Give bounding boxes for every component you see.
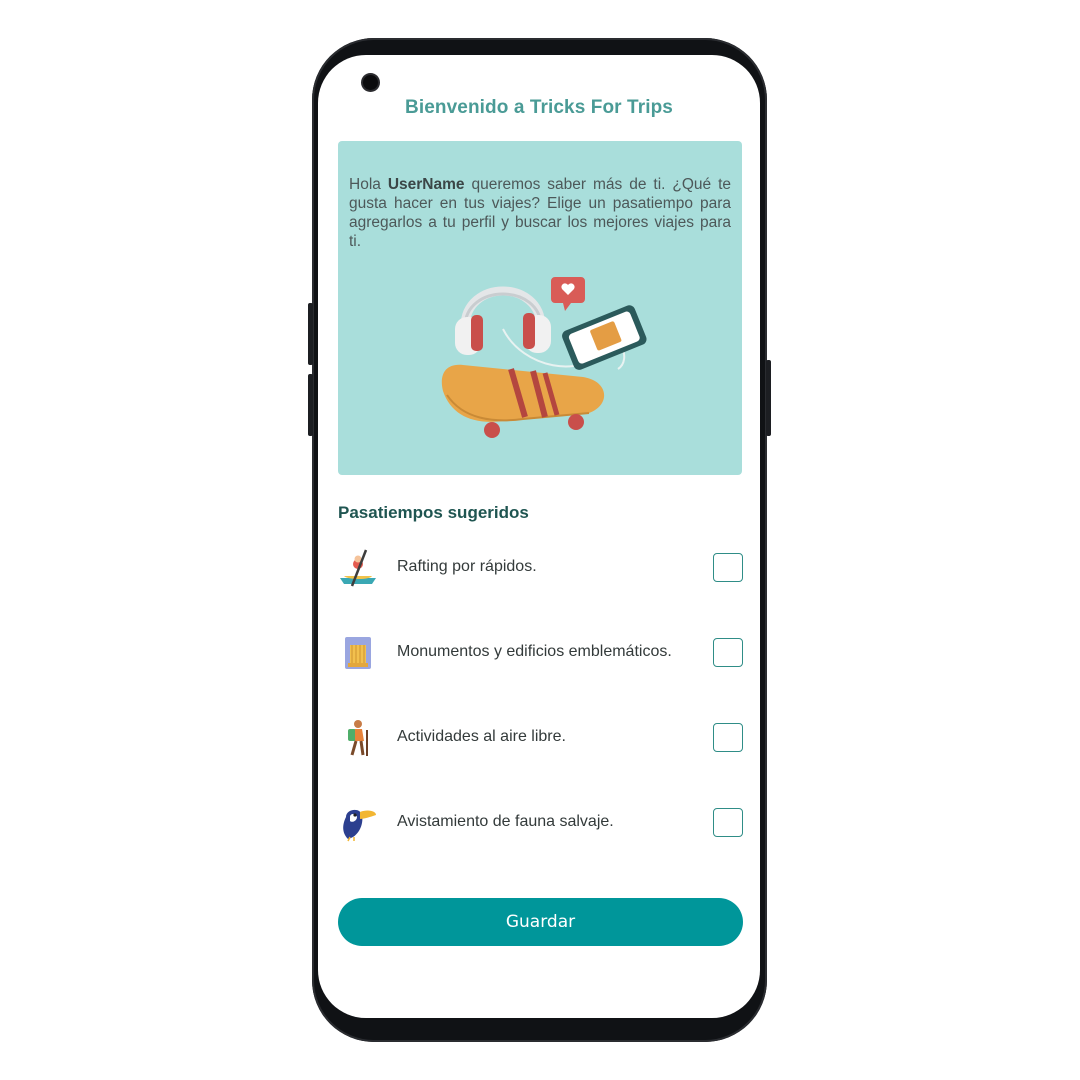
intro-greeting: Hola <box>349 176 381 193</box>
volume-down-button <box>308 374 313 436</box>
intro-card: Hola UserName queremos saber más de ti. … <box>338 141 742 475</box>
save-button[interactable]: Guardar <box>338 898 743 946</box>
item-label: Actividades al aire libre. <box>397 728 566 745</box>
app-screen: Bienvenido a Tricks For Trips Hola UserN… <box>318 55 760 1018</box>
outdoor-checkbox[interactable] <box>713 723 743 752</box>
headphones-icon <box>455 286 551 355</box>
skateboard-icon <box>441 364 605 438</box>
volume-up-button <box>308 303 313 365</box>
toucan-icon <box>343 809 376 842</box>
hobbies-illustration <box>441 277 647 438</box>
front-camera <box>363 75 378 90</box>
kayak-icon <box>340 549 376 587</box>
power-button <box>766 360 771 436</box>
item-label: Monumentos y edificios emblemáticos. <box>397 643 672 660</box>
item-label: Rafting por rápidos. <box>397 558 537 575</box>
smartphone-icon <box>562 305 647 370</box>
wildlife-checkbox[interactable] <box>713 808 743 837</box>
item-label: Avistamiento de fauna salvaje. <box>397 813 614 830</box>
list-item-wildlife: Avistamiento de fauna salvaje. <box>338 801 743 845</box>
monuments-checkbox[interactable] <box>713 638 743 667</box>
list-item-monuments: Monumentos y edificios emblemáticos. <box>338 631 743 675</box>
list-item-outdoor: Actividades al aire libre. <box>338 716 743 760</box>
intro-username: UserName <box>387 176 465 193</box>
page-title: Bienvenido a Tricks For Trips <box>405 97 673 118</box>
monument-icon <box>345 637 371 669</box>
heart-bubble-icon <box>551 277 585 311</box>
list-item-rafting: Rafting por rápidos. <box>338 546 743 590</box>
section-title: Pasatiempos sugeridos <box>338 503 529 522</box>
hiker-icon <box>348 720 368 756</box>
intro-text: Hola UserName queremos saber más de ti. … <box>349 175 731 251</box>
rafting-checkbox[interactable] <box>713 553 743 582</box>
